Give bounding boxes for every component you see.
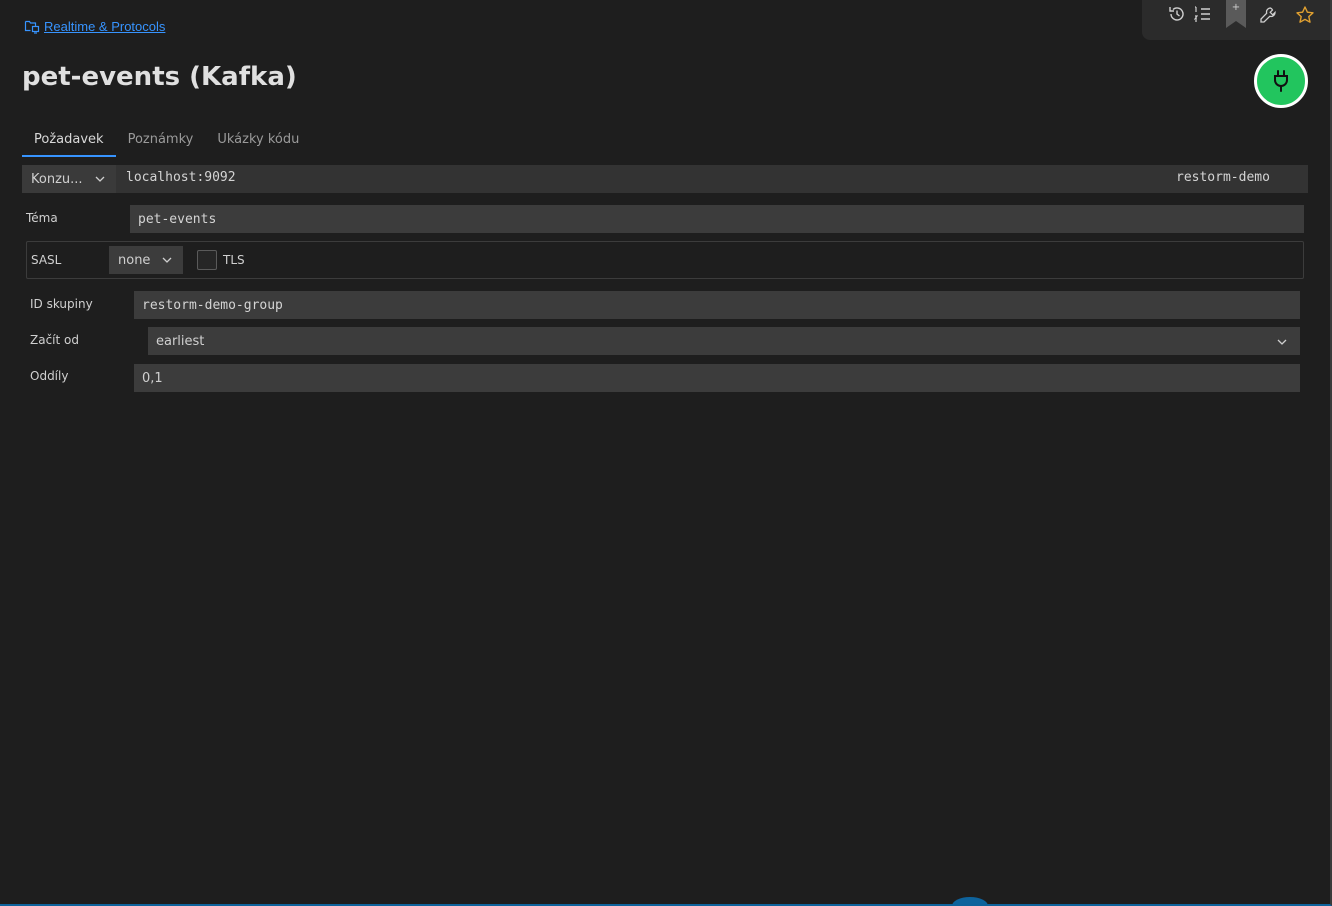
mode-select-value: Konzu... — [31, 171, 83, 187]
wrench-icon[interactable] — [1258, 5, 1278, 25]
sasl-group: SASL none TLS — [26, 241, 1304, 279]
tab-code-samples[interactable]: Ukázky kódu — [205, 128, 311, 157]
folder-network-icon — [24, 18, 40, 34]
plug-icon — [1269, 69, 1293, 93]
host-input[interactable]: localhost:9092 — [126, 170, 236, 185]
chevron-down-icon — [1276, 335, 1288, 347]
breadcrumb: Realtime & Protocols — [24, 17, 165, 35]
history-icon[interactable] — [1167, 4, 1187, 24]
chevron-down-icon — [94, 173, 106, 185]
tab-notes[interactable]: Poznámky — [116, 128, 206, 157]
tab-bar: Požadavek Poznámky Ukázky kódu — [22, 128, 311, 158]
tls-label: TLS — [223, 253, 245, 267]
chevron-down-icon — [161, 254, 173, 266]
page-title: pet-events (Kafka) — [22, 62, 297, 92]
partitions-input-value: 0,1 — [142, 370, 163, 386]
sasl-select[interactable]: none — [109, 246, 183, 274]
environment-profile[interactable]: restorm-demo — [1176, 170, 1270, 185]
start-from-select-value: earliest — [156, 333, 205, 349]
top-toolbar: + — [1142, 0, 1330, 40]
partitions-input[interactable]: 0,1 — [134, 364, 1300, 392]
topic-label: Téma — [26, 211, 58, 225]
bookmark-add-icon[interactable]: + — [1226, 0, 1246, 28]
connect-button[interactable] — [1254, 54, 1308, 108]
sasl-label: SASL — [31, 253, 62, 267]
start-from-select[interactable]: earliest — [148, 327, 1300, 355]
sasl-select-value: none — [118, 252, 151, 268]
bookmark-plus: + — [1232, 2, 1240, 13]
group-id-label: ID skupiny — [30, 297, 93, 311]
tab-request[interactable]: Požadavek — [22, 128, 116, 157]
list-ordered-icon[interactable] — [1192, 4, 1212, 24]
group-id-input[interactable]: restorm-demo-group — [134, 291, 1300, 319]
app-window: + Realtime & Protocols pet-events (Kafka… — [0, 0, 1332, 906]
topic-input[interactable]: pet-events — [130, 205, 1304, 233]
start-from-label: Začít od — [30, 333, 79, 347]
mode-select[interactable]: Konzu... — [22, 165, 116, 193]
topic-input-value: pet-events — [138, 211, 217, 227]
partitions-label: Oddíly — [30, 369, 69, 383]
star-icon[interactable] — [1295, 5, 1315, 25]
group-id-input-value: restorm-demo-group — [142, 297, 283, 313]
connection-bar: Konzu... localhost:9092 restorm-demo — [22, 165, 1308, 193]
tls-checkbox[interactable] — [197, 250, 217, 270]
breadcrumb-link[interactable]: Realtime & Protocols — [44, 19, 165, 34]
status-indicator — [952, 897, 988, 906]
